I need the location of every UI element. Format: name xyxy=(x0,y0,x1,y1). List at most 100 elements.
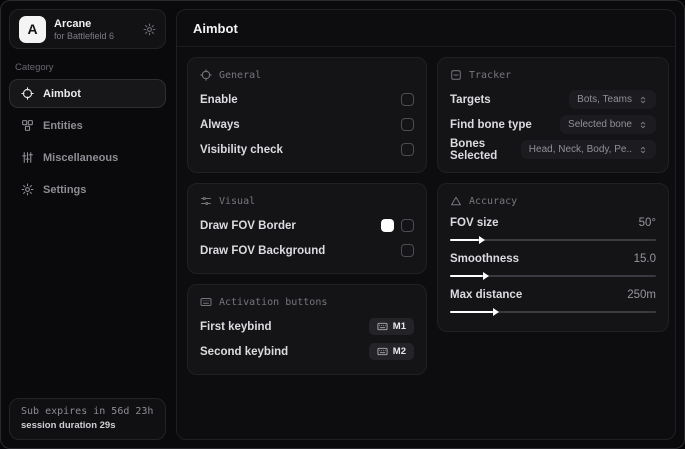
crosshair-icon xyxy=(21,87,34,100)
setting-row-visibility-check: Visibility check xyxy=(200,137,414,162)
card-title: Accuracy xyxy=(469,195,518,207)
smoothness-value: 15.0 xyxy=(633,253,656,265)
fov-size-slider[interactable] xyxy=(450,235,656,245)
fov-size-value: 50° xyxy=(638,217,656,229)
fov-border-color-swatch[interactable] xyxy=(381,219,394,232)
card-title: Visual xyxy=(219,195,256,207)
second-keybind-button[interactable]: M2 xyxy=(368,343,414,360)
setting-row-targets: Targets Bots, Teams xyxy=(450,87,656,112)
sidebar-nav: Aimbot Entities Miscellaneous Settings xyxy=(9,79,166,204)
draw-fov-border-checkbox[interactable] xyxy=(401,219,414,232)
slider-track xyxy=(450,239,656,241)
setting-label: Bones Selected xyxy=(450,137,498,162)
first-keybind-button[interactable]: M1 xyxy=(368,318,414,335)
keyboard-icon xyxy=(377,322,388,331)
draw-fov-background-checkbox[interactable] xyxy=(401,244,414,257)
setting-row-always: Always xyxy=(200,112,414,137)
slider-track xyxy=(450,275,656,277)
accuracy-card: Accuracy FOV size 50° Smoothness 15.0 Ma… xyxy=(437,183,669,332)
smoothness-group: Smoothness 15.0 xyxy=(450,249,656,281)
sidebar-item-label: Miscellaneous xyxy=(43,151,119,164)
select-value: Selected bone xyxy=(568,119,632,130)
card-title: General xyxy=(219,69,262,81)
smoothness-slider[interactable] xyxy=(450,271,656,281)
sidebar: A Arcane for Battlefield 6 Category Aimb… xyxy=(1,1,174,448)
crosshair-icon xyxy=(200,69,212,81)
main-panel: Aimbot General Enable Always Visibility … xyxy=(176,9,676,440)
setting-row-enable: Enable xyxy=(200,87,414,112)
activation-card-header: Activation buttons xyxy=(200,296,414,308)
app-subtitle: for Battlefield 6 xyxy=(54,30,115,41)
max-distance-group: Max distance 250m xyxy=(450,285,656,317)
main-body: General Enable Always Visibility check V… xyxy=(177,47,675,385)
find-bone-type-select[interactable]: Selected bone xyxy=(560,115,656,134)
app-window: A Arcane for Battlefield 6 Category Aimb… xyxy=(0,0,685,449)
setting-label: Visibility check xyxy=(200,143,283,156)
setting-row-second-keybind: Second keybind M2 xyxy=(200,339,414,364)
tracker-card-header: Tracker xyxy=(450,69,656,81)
app-name: Arcane xyxy=(54,17,92,30)
chevrons-up-down-icon xyxy=(640,146,646,153)
setting-row-find-bone-type: Find bone type Selected bone xyxy=(450,112,656,137)
setting-row-draw-fov-background: Draw FOV Background xyxy=(200,238,414,263)
setting-label: First keybind xyxy=(200,320,272,333)
setting-label: Smoothness xyxy=(450,253,520,265)
brand-text: Arcane for Battlefield 6 xyxy=(54,18,114,41)
visual-card: Visual Draw FOV Border Draw FOV Backgrou… xyxy=(187,183,427,274)
chevrons-up-down-icon xyxy=(640,96,646,103)
keyboard-icon xyxy=(377,347,388,356)
boxes-icon xyxy=(21,119,34,132)
chevrons-up-down-icon xyxy=(640,121,646,128)
brand-card: A Arcane for Battlefield 6 xyxy=(9,9,166,49)
slider-fill xyxy=(450,239,479,241)
category-label: Category xyxy=(15,62,54,73)
page-title: Aimbot xyxy=(177,10,675,47)
sliders-vertical-icon xyxy=(21,151,34,164)
subscription-card: Sub expires in 56d 23h session duration … xyxy=(9,398,166,440)
select-value: Head, Neck, Body, Pe.. xyxy=(528,144,632,155)
left-column: General Enable Always Visibility check V… xyxy=(187,57,427,375)
setting-row-draw-fov-border: Draw FOV Border xyxy=(200,213,414,238)
visibility-check-checkbox[interactable] xyxy=(401,143,414,156)
bones-selected-select[interactable]: Head, Neck, Body, Pe.. xyxy=(520,140,656,159)
general-card: General Enable Always Visibility check xyxy=(187,57,427,173)
sidebar-item-miscellaneous[interactable]: Miscellaneous xyxy=(9,143,166,172)
setting-label: Second keybind xyxy=(200,345,289,358)
sidebar-item-entities[interactable]: Entities xyxy=(9,111,166,140)
right-column: Tracker Targets Bots, Teams Find bone ty… xyxy=(437,57,669,332)
targets-select[interactable]: Bots, Teams xyxy=(569,90,656,109)
square-minus-icon xyxy=(450,69,462,81)
select-value: Bots, Teams xyxy=(577,94,632,105)
sidebar-item-settings[interactable]: Settings xyxy=(9,175,166,204)
gear-icon[interactable] xyxy=(143,23,156,36)
max-distance-value: 250m xyxy=(627,289,656,301)
card-title: Tracker xyxy=(469,69,512,81)
general-card-header: General xyxy=(200,69,414,81)
gear-icon xyxy=(21,183,34,196)
setting-label: Draw FOV Background xyxy=(200,244,326,257)
setting-label: FOV size xyxy=(450,217,499,229)
setting-label: Always xyxy=(200,118,240,131)
triangle-icon xyxy=(450,195,462,207)
setting-label: Draw FOV Border xyxy=(200,219,296,232)
sidebar-item-label: Aimbot xyxy=(43,87,81,100)
always-checkbox[interactable] xyxy=(401,118,414,131)
enable-checkbox[interactable] xyxy=(401,93,414,106)
sidebar-item-label: Entities xyxy=(43,119,83,132)
setting-row-bones-selected: Bones Selected Head, Neck, Body, Pe.. xyxy=(450,137,656,162)
card-title: Activation buttons xyxy=(219,296,328,308)
setting-label: Find bone type xyxy=(450,118,532,131)
activation-card: Activation buttons First keybind M1 Seco… xyxy=(187,284,427,375)
keybind-value: M2 xyxy=(392,346,406,357)
setting-label: Targets xyxy=(450,93,491,106)
tracker-card: Tracker Targets Bots, Teams Find bone ty… xyxy=(437,57,669,173)
fov-size-group: FOV size 50° xyxy=(450,213,656,245)
visual-card-header: Visual xyxy=(200,195,414,207)
keyboard-icon xyxy=(200,296,212,308)
app-logo: A xyxy=(19,15,46,43)
slider-fill xyxy=(450,311,494,313)
max-distance-slider[interactable] xyxy=(450,307,656,317)
sidebar-item-aimbot[interactable]: Aimbot xyxy=(9,79,166,108)
sliders-horizontal-icon xyxy=(200,195,212,207)
sidebar-item-label: Settings xyxy=(43,183,87,196)
